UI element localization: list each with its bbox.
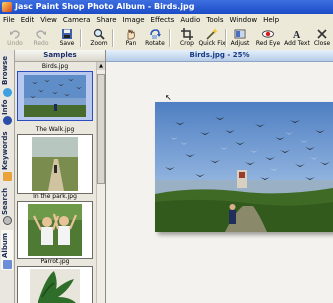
- menu-bar: File Edit View Camera Share Image Effects Audio…: [0, 14, 333, 26]
- thumbnail-item[interactable]: Birds.jpg: [17, 63, 93, 121]
- menu-share[interactable]: Share: [93, 14, 119, 26]
- tab-keywords[interactable]: Keywords: [1, 130, 13, 184]
- app-window: Jasc Paint Shop Photo Album - Birds.jpg …: [0, 0, 333, 303]
- image-view: Birds.jpg - 25% ↖: [106, 50, 333, 303]
- samples-panel: Samples Birds.jpg The Walk.jpg In the pa…: [15, 50, 106, 303]
- red-eye-button[interactable]: Red Eye: [253, 27, 283, 49]
- zoom-icon: [93, 28, 105, 40]
- close-button[interactable]: Close: [309, 27, 333, 49]
- album-icon: [3, 260, 12, 269]
- menu-edit[interactable]: Edit: [18, 14, 38, 26]
- mouse-cursor-icon: ↖: [165, 93, 172, 102]
- rotate-button[interactable]: Rotate: [140, 27, 170, 49]
- menu-camera[interactable]: Camera: [60, 14, 93, 26]
- title-bar[interactable]: Jasc Paint Shop Photo Album - Birds.jpg: [0, 0, 333, 14]
- scrollbar-thumb[interactable]: [97, 74, 105, 184]
- main-photo[interactable]: [155, 102, 333, 232]
- thumbnail-item[interactable]: Parrot.jpg: [17, 258, 93, 303]
- thumbnail-item[interactable]: In the park.jpg: [17, 193, 93, 259]
- thumbnail-caption: The Walk.jpg: [35, 126, 75, 133]
- vertical-tab-bar: Browse Info Keywords Search Album: [0, 50, 15, 303]
- thumbnail-caption: Parrot.jpg: [40, 258, 70, 265]
- save-icon: [62, 29, 72, 39]
- close-icon: [317, 29, 327, 39]
- thumbnail-caption: In the park.jpg: [33, 193, 77, 200]
- thumbnail-caption: Birds.jpg: [41, 63, 69, 70]
- crop-icon: [181, 28, 193, 40]
- toolbar-separator: [169, 29, 171, 47]
- thumbnail-image: [17, 266, 93, 303]
- image-header: Birds.jpg - 25%: [106, 50, 333, 62]
- toolbar: Undo Redo Save Zoom Pan Rotate Crop Quic…: [0, 26, 333, 51]
- app-logo-icon: [2, 2, 12, 12]
- search-icon: [3, 216, 12, 225]
- tab-search[interactable]: Search: [1, 186, 13, 228]
- adjust-icon: [234, 29, 246, 39]
- info-icon: [3, 116, 12, 125]
- quick-fix-button[interactable]: Quick Fix: [197, 27, 227, 49]
- thumbnail-image: [17, 134, 93, 194]
- menu-help[interactable]: Help: [260, 14, 282, 26]
- thumbnail-image: [17, 71, 93, 121]
- toolbar-separator: [112, 29, 114, 47]
- add-text-button[interactable]: A Add Text: [282, 27, 312, 49]
- tab-info[interactable]: Info: [1, 100, 13, 128]
- thumbnail-item[interactable]: The Walk.jpg: [17, 126, 93, 194]
- red-eye-icon: [262, 30, 274, 38]
- scroll-up-arrow-icon[interactable]: ▲: [97, 62, 105, 70]
- adjust-button[interactable]: Adjust: [225, 27, 255, 49]
- keywords-tag-icon: [3, 172, 12, 181]
- svg-text:A: A: [293, 30, 301, 40]
- add-text-icon: A: [293, 30, 301, 40]
- toolbar-separator: [80, 29, 82, 47]
- pan-hand-icon: [127, 28, 135, 40]
- window-title: Jasc Paint Shop Photo Album - Birds.jpg: [15, 2, 195, 11]
- save-button[interactable]: Save: [52, 27, 82, 49]
- quick-fix-wand-icon: [206, 28, 218, 40]
- tab-browse[interactable]: Browse: [1, 54, 13, 98]
- menu-image[interactable]: Image: [120, 14, 148, 26]
- samples-scrollbar[interactable]: ▲: [96, 62, 105, 303]
- samples-header: Samples: [15, 50, 105, 62]
- menu-window[interactable]: Window: [226, 14, 260, 26]
- menu-effects[interactable]: Effects: [148, 14, 178, 26]
- redo-icon: [36, 30, 46, 39]
- menu-view[interactable]: View: [37, 14, 60, 26]
- zoom-button[interactable]: Zoom: [84, 27, 114, 49]
- tab-album[interactable]: Album: [1, 230, 13, 270]
- menu-audio[interactable]: Audio: [177, 14, 203, 26]
- undo-icon: [10, 30, 20, 39]
- menu-tools[interactable]: Tools: [203, 14, 226, 26]
- rotate-icon: [150, 29, 161, 39]
- thumbnail-image: [17, 201, 93, 259]
- menu-file[interactable]: File: [0, 14, 18, 26]
- browse-icon: [3, 88, 12, 97]
